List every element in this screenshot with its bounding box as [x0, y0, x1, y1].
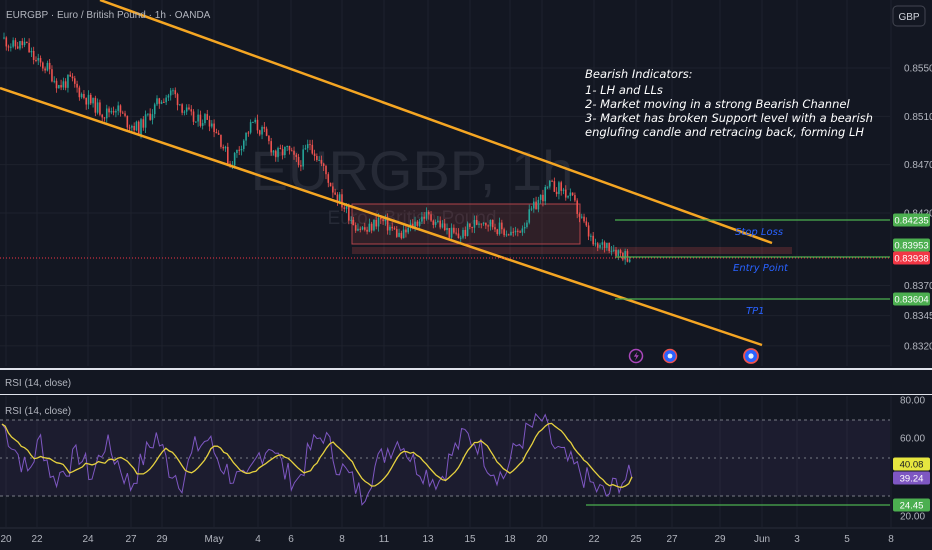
time-tick-label: 11: [379, 534, 390, 545]
time-tick-label: 15: [464, 534, 476, 545]
price-tick-label: 0.83200: [904, 341, 932, 352]
rsi-tick-label: 20.00: [900, 512, 925, 523]
time-tick-label: 8: [888, 534, 894, 545]
time-tick-label: 8: [339, 534, 345, 545]
symbol-title: EURGBP · Euro / British Pound · 1h · OAN…: [6, 10, 211, 21]
annotation-line: 2- Market moving in a strong Bearish Cha…: [585, 97, 850, 111]
annotation-line: 1- LH and LLs: [585, 83, 663, 97]
price-tag: 0.83953: [893, 238, 930, 252]
time-tick-label: 4: [255, 534, 261, 545]
time-tick-label: 24: [82, 534, 94, 545]
time-tick-label: 13: [422, 534, 434, 545]
rsi-tick-label: 80.00: [900, 396, 925, 407]
collapsed-indicator-label: RSI (14, close): [5, 378, 71, 389]
broken-support-band: [352, 247, 792, 254]
candle: [626, 249, 629, 263]
price-tag: 0.84235: [893, 213, 930, 227]
chart-canvas[interactable]: EURGBP, 1h Euro / British Pound Stop Los…: [0, 0, 932, 550]
entry-point-label: Entry Point: [733, 263, 789, 274]
time-tick-label: 22: [31, 534, 43, 545]
rsi-value-tag-label: 39.24: [900, 474, 924, 485]
time-tick-label: 20: [536, 534, 548, 545]
tp1-label: TP1: [746, 306, 765, 317]
time-tick-label: 6: [288, 534, 294, 545]
time-tick-label: 5: [844, 534, 850, 545]
time-tick-label: 22: [588, 534, 600, 545]
economic-event-icon[interactable]: [743, 348, 759, 364]
rsi-tick-label: 60.00: [900, 434, 925, 445]
candle: [329, 182, 332, 187]
time-tick-label: 25: [630, 534, 642, 545]
price-tick-label: 0.85100: [904, 112, 932, 123]
support-zone[interactable]: [351, 203, 581, 245]
dividend-event-icon[interactable]: [662, 348, 678, 364]
rsi-value-tag-label: 24.45: [900, 501, 924, 512]
price-tag-label: 0.83953: [894, 241, 928, 252]
candle: [466, 221, 469, 237]
candle: [58, 84, 60, 89]
stop-loss-label: Stop Loss: [735, 227, 783, 238]
currency-button[interactable]: GBP: [892, 5, 926, 27]
time-tick-label: 29: [156, 534, 168, 545]
price-tag-label: 0.83938: [894, 254, 928, 265]
time-tick-label: Jun: [754, 534, 770, 545]
price-tag-label: 0.84235: [894, 216, 928, 227]
rsi-value-tag: 39.24: [893, 471, 930, 485]
time-tick-label: 3: [794, 534, 800, 545]
price-tag-label: 0.83604: [894, 295, 928, 306]
price-tag: 0.83604: [893, 292, 930, 306]
time-tick-label: 27: [666, 534, 678, 545]
time-tick-label: 27: [125, 534, 137, 545]
watermark-symbol: EURGBP, 1h: [251, 139, 574, 202]
time-tick-label: 20: [0, 534, 12, 545]
annotation-line: 3- Market has broken Support level with …: [585, 111, 873, 125]
time-tick-label: 18: [504, 534, 516, 545]
time-tick-label: 29: [714, 534, 726, 545]
rsi-value-tag: 24.45: [893, 498, 930, 512]
price-tag: 0.83938: [893, 251, 930, 265]
pane-separator[interactable]: [0, 368, 932, 370]
rsi-value-tag-label: 40.08: [900, 460, 924, 471]
candle: [220, 134, 222, 149]
time-tick-label: May: [205, 534, 224, 545]
price-tick-label: 0.83700: [904, 281, 932, 292]
candle: [373, 219, 375, 232]
pane-separator[interactable]: [0, 394, 932, 395]
lightning-event-icon[interactable]: [628, 348, 644, 364]
annotation-line: englufing candle and retracing back, for…: [585, 125, 864, 139]
candle: [137, 120, 140, 135]
price-tick-label: 0.85500: [904, 64, 932, 75]
annotation-title: Bearish Indicators:: [585, 67, 693, 81]
collapsed-rsi-pane: [0, 370, 932, 394]
price-tick-label: 0.84700: [904, 160, 932, 171]
price-tick-label: 0.83450: [904, 311, 932, 322]
rsi-value-tag: 40.08: [893, 457, 930, 471]
candle: [135, 120, 138, 132]
currency-button-label: GBP: [898, 12, 919, 23]
rsi-indicator-label: RSI (14, close): [5, 406, 71, 417]
